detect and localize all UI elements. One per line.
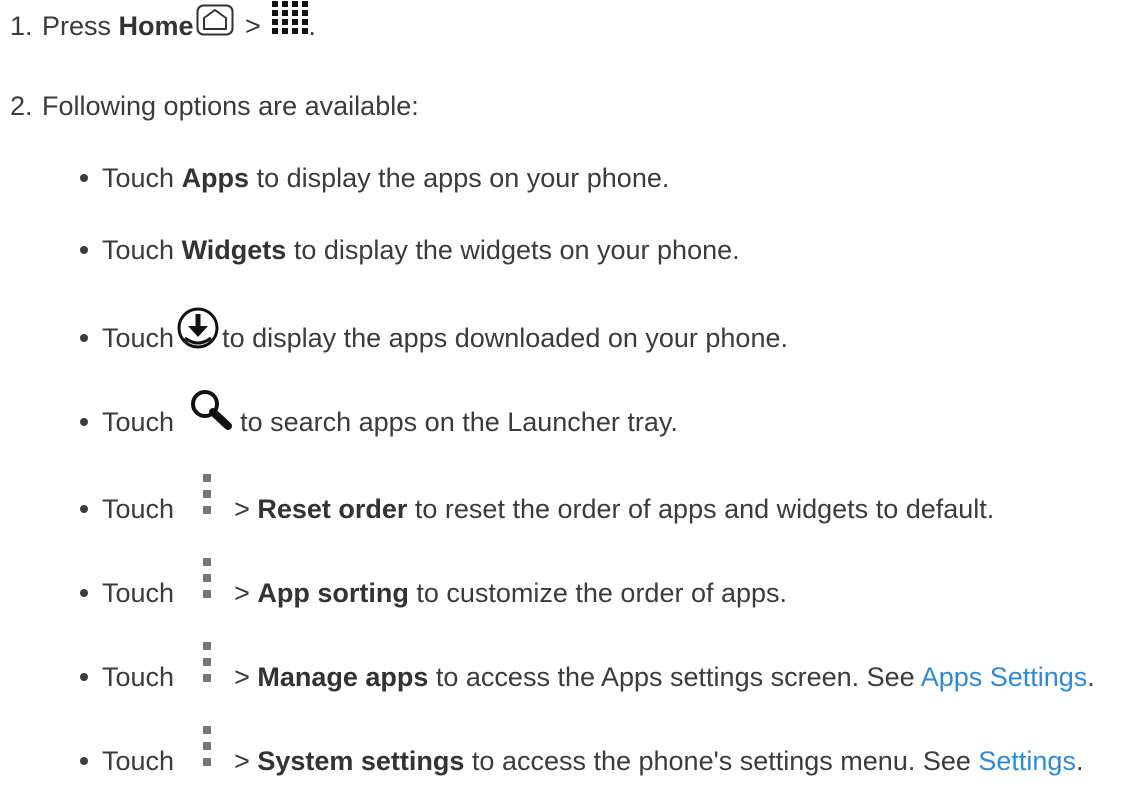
option-manage-apps: Touch > Manage apps to access the Apps se…: [80, 642, 1095, 702]
bullet-dot: [80, 505, 88, 513]
option-bold: Apps: [181, 163, 250, 193]
option-bold: App sorting: [257, 578, 409, 609]
menu-icon: [202, 640, 212, 686]
step-1: 1. Press Home > .: [10, 0, 316, 45]
option-text: Touch: [102, 323, 175, 354]
bullet-dot: [80, 757, 88, 765]
home-icon: [196, 4, 234, 36]
separator: >: [234, 494, 258, 525]
option-text: Touch: [102, 163, 182, 193]
step-end: .: [308, 11, 316, 41]
option-text: Touch: [102, 662, 175, 693]
bullet-dot: [80, 418, 88, 426]
option-text: Touch: [102, 494, 175, 525]
option-widgets: Touch Widgets to display the widgets on …: [80, 234, 740, 266]
menu-icon: [202, 724, 212, 770]
option-text: Touch: [102, 235, 182, 265]
bullet-dot: [80, 245, 88, 254]
separator: >: [234, 578, 258, 609]
option-bold: Widgets: [181, 235, 287, 265]
option-system-settings: Touch > System settings to access the pho…: [80, 726, 1084, 786]
menu-icon: [202, 556, 212, 602]
step-2: 2. Following options are available:: [10, 90, 419, 122]
settings-link[interactable]: Settings: [978, 746, 1076, 776]
option-text: to customize the order of apps.: [408, 578, 788, 609]
option-app-sorting: Touch > App sorting to customize the orde…: [80, 558, 788, 618]
bullet-dot: [80, 334, 88, 342]
option-bold: System settings: [257, 746, 465, 777]
option-text: to display the widgets on your phone.: [286, 235, 740, 265]
apps-settings-link[interactable]: Apps Settings: [921, 662, 1088, 692]
step-text: Following options are available:: [42, 91, 419, 121]
option-reset-order: Touch > Reset order to reset the order of…: [80, 474, 995, 534]
option-text: to reset the order of apps and widgets t…: [407, 494, 995, 525]
option-bold: Reset order: [257, 494, 408, 525]
home-label: Home: [118, 11, 194, 41]
option-end: .: [1087, 662, 1095, 693]
option-apps: Touch Apps to display the apps on your p…: [80, 162, 669, 194]
separator: >: [234, 662, 258, 693]
step-number: 2.: [10, 91, 33, 121]
option-text: Touch: [102, 407, 175, 438]
option-end: .: [1075, 746, 1084, 777]
step-number: 1.: [10, 11, 33, 41]
bullet-dot: [80, 589, 88, 597]
bullet-dot: [80, 673, 88, 681]
option-text: to access the Apps settings screen. See: [428, 662, 921, 693]
option-text: to search apps on the Launcher tray.: [240, 407, 678, 438]
search-icon: [188, 388, 236, 432]
option-search: Touch to search apps on the Launcher tray…: [80, 390, 678, 446]
menu-icon: [202, 472, 212, 518]
option-text: to display the apps downloaded on your p…: [222, 323, 788, 354]
step-text: Press: [42, 11, 119, 41]
separator: >: [237, 11, 269, 41]
apps-grid-icon: [272, 0, 309, 35]
option-text: Touch: [102, 578, 175, 609]
bullet-dot: [80, 173, 88, 182]
option-text: to access the phone's settings menu. See: [464, 746, 979, 777]
option-downloaded: Touch to display the apps downloaded on y…: [80, 307, 788, 362]
separator: >: [234, 746, 258, 777]
option-text: Touch: [102, 746, 175, 777]
option-text: to display the apps on your phone.: [249, 163, 670, 193]
download-icon: [176, 306, 220, 350]
option-bold: Manage apps: [257, 662, 429, 693]
